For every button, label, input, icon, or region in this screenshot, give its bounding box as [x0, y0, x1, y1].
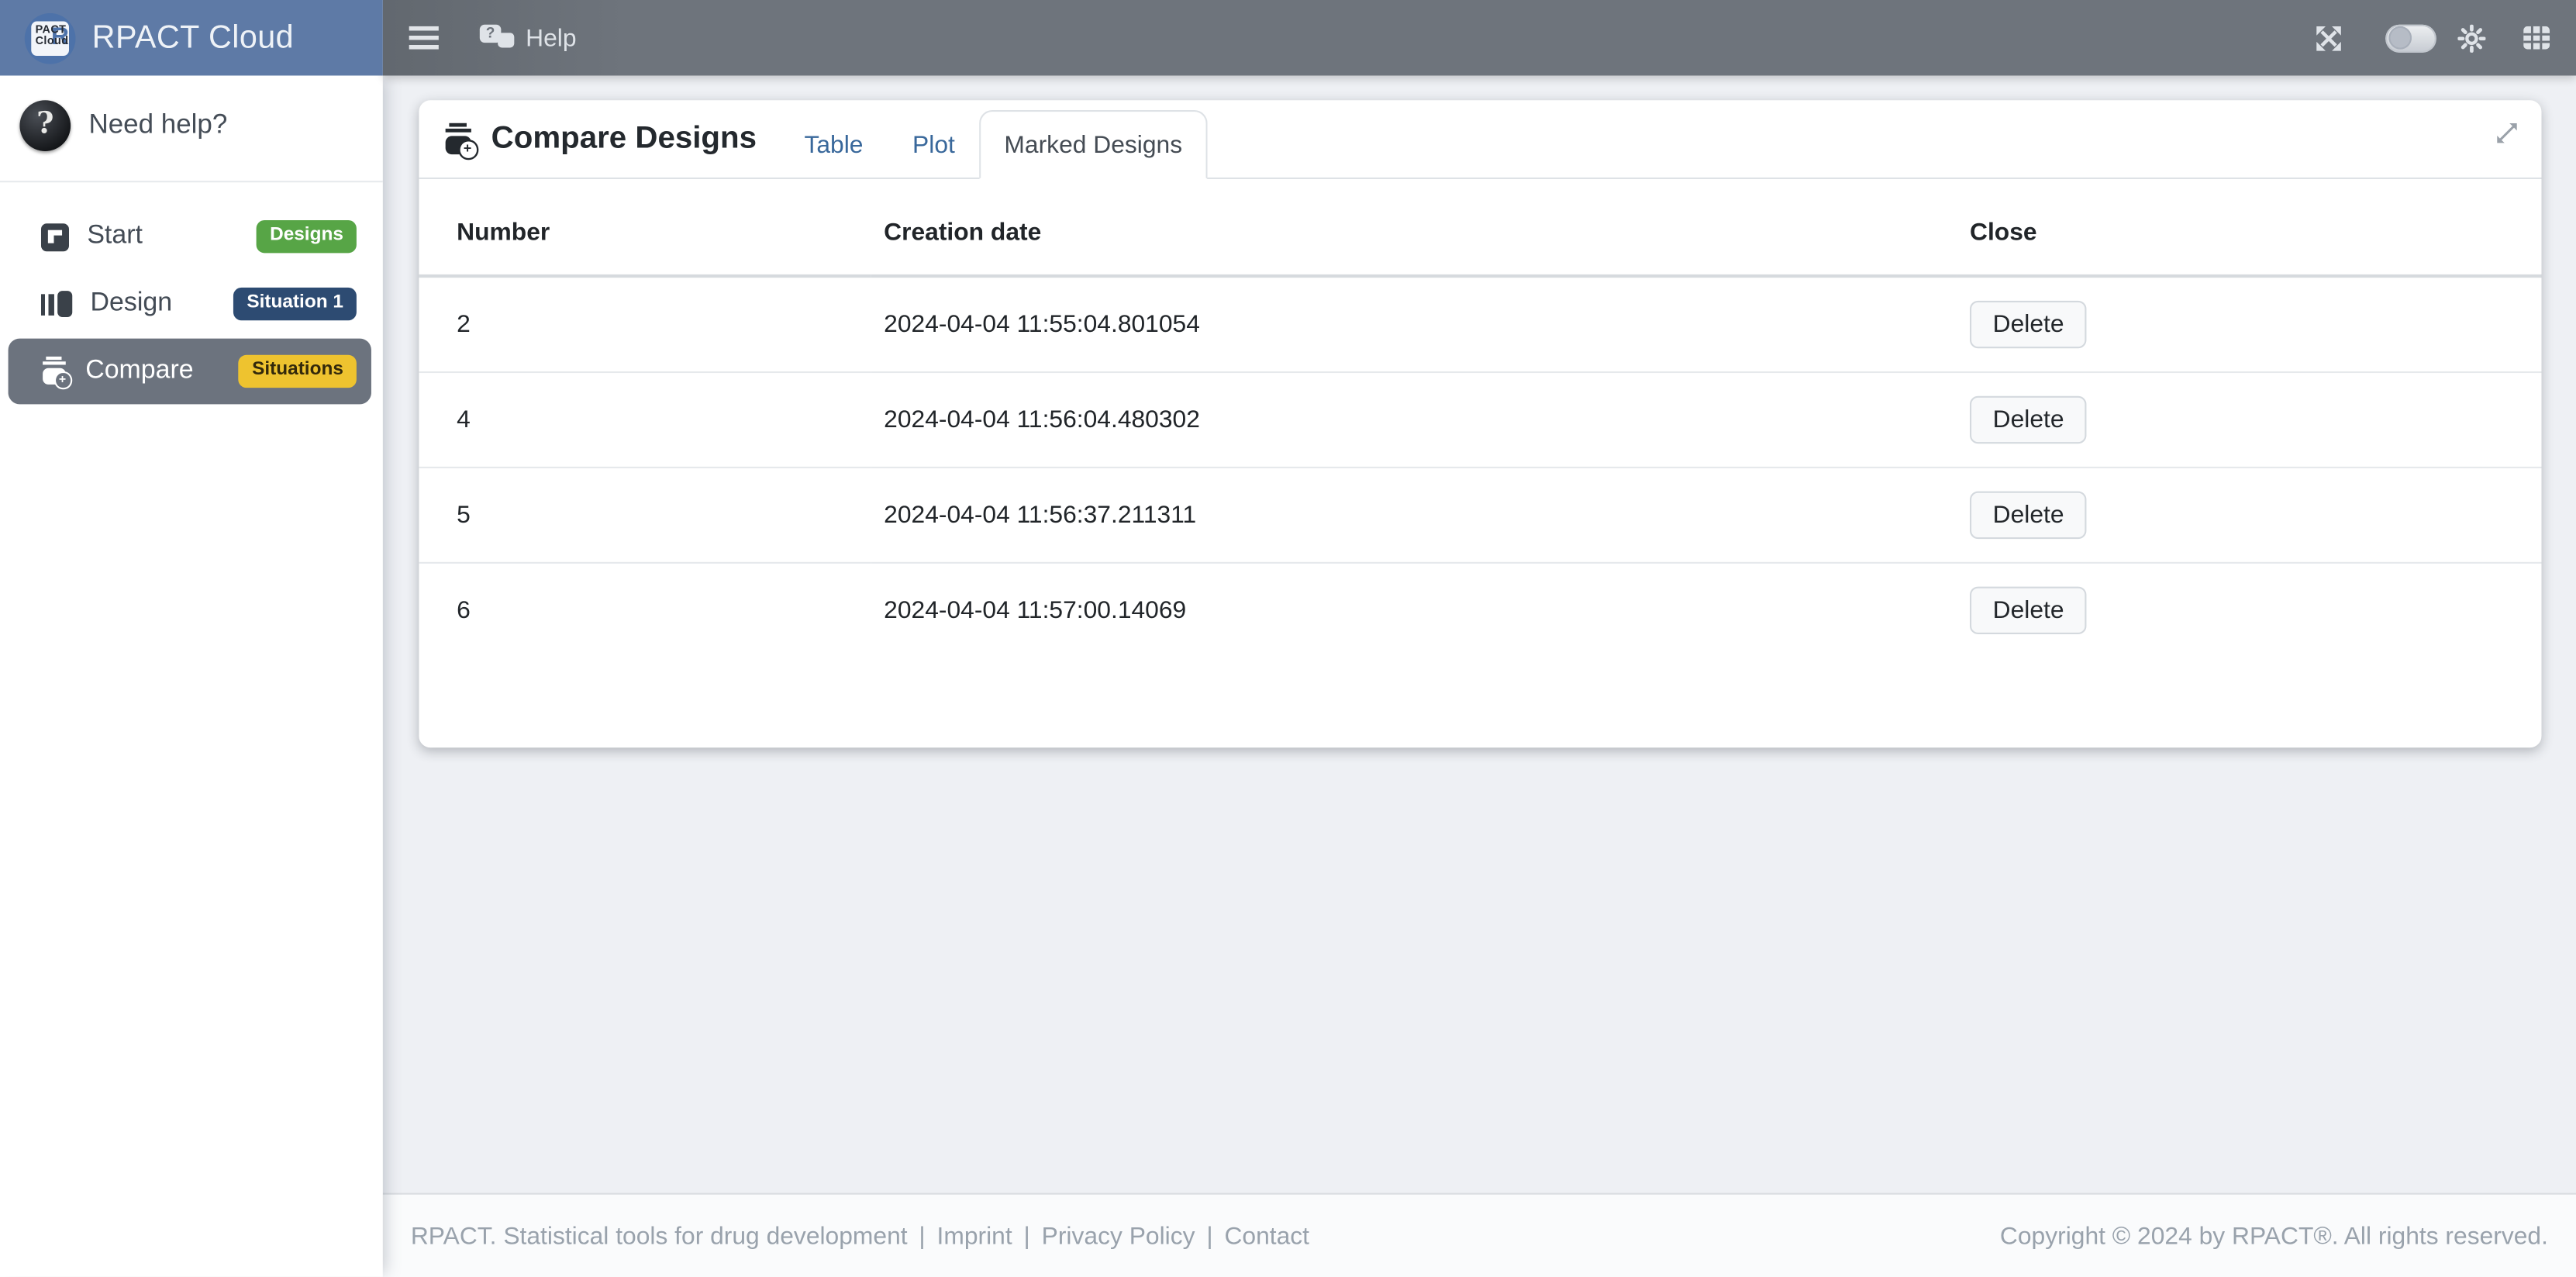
sidebar-menu: Start Designs Design Situation 1 Compare… — [0, 204, 383, 405]
sidebar-item-compare[interactable]: Compare Situations — [9, 339, 371, 405]
question-mark-circle-icon — [19, 100, 71, 151]
close-cell: Delete — [1957, 372, 2541, 468]
creation-date-cell: 2024-04-04 11:57:00.14069 — [871, 563, 1957, 657]
table-header-row: Number Creation date Close — [419, 179, 2541, 276]
number-cell: 4 — [419, 372, 871, 468]
brand-title: RPACT Cloud — [92, 19, 294, 57]
creation-date-cell: 2024-04-04 11:56:04.480302 — [871, 372, 1957, 468]
situation-badge: Situation 1 — [233, 288, 356, 321]
help-label: Help — [526, 24, 576, 52]
flipboard-icon — [41, 223, 69, 250]
situations-badge: Situations — [239, 355, 357, 388]
panels-icon — [41, 290, 72, 318]
logo-line-2: Cloud — [36, 36, 69, 49]
footer-brand-link[interactable]: RPACT. Statistical tools for drug develo… — [411, 1222, 908, 1250]
footer-link-privacy-policy[interactable]: Privacy Policy — [1042, 1222, 1195, 1250]
marked-designs-table: Number Creation date Close 2 2024-04-04 … — [419, 179, 2541, 657]
close-cell: Delete — [1957, 276, 2541, 372]
card-tabs: Table Plot Marked Designs — [780, 110, 1207, 179]
logo-line-1: PACT — [36, 24, 69, 36]
sidebar-item-label: Design — [91, 289, 173, 319]
help-link[interactable]: Help — [480, 24, 577, 52]
logo-box: R PACT Cloud — [31, 20, 69, 55]
card-title-label: Compare Designs — [491, 121, 757, 157]
hamburger-menu-icon[interactable] — [409, 26, 439, 50]
number-cell: 2 — [419, 276, 871, 372]
footer-link-contact[interactable]: Contact — [1224, 1222, 1309, 1250]
close-cell: Delete — [1957, 563, 2541, 657]
sidebar: Need help? Start Designs Design Situatio… — [0, 75, 383, 1276]
sidebar-item-design[interactable]: Design Situation 1 — [9, 271, 371, 337]
column-header-number: Number — [419, 179, 871, 276]
delete-button[interactable]: Delete — [1970, 492, 2087, 539]
table-row: 2 2024-04-04 11:55:04.801054 Delete — [419, 276, 2541, 372]
close-cell: Delete — [1957, 468, 2541, 563]
diagonal-expand-icon[interactable] — [2495, 122, 2519, 145]
number-cell: 6 — [419, 563, 871, 657]
footer-separator: | — [919, 1222, 925, 1250]
delete-button[interactable]: Delete — [1970, 396, 2087, 443]
footer: RPACT. Statistical tools for drug develo… — [383, 1193, 2576, 1277]
card-header: Compare Designs Table Plot Marked Design… — [419, 100, 2541, 179]
footer-link-imprint[interactable]: Imprint — [937, 1222, 1012, 1250]
table-cells-icon[interactable] — [2523, 26, 2550, 50]
creation-date-cell: 2024-04-04 11:56:37.211311 — [871, 468, 1957, 563]
sun-icon[interactable] — [2457, 24, 2485, 52]
chat-question-icon — [480, 25, 515, 51]
column-header-close: Close — [1957, 179, 2541, 276]
number-cell: 5 — [419, 468, 871, 563]
creation-date-cell: 2024-04-04 11:55:04.801054 — [871, 276, 1957, 372]
rpact-cloud-logo-icon: R PACT Cloud — [25, 12, 76, 64]
footer-links: RPACT. Statistical tools for drug develo… — [411, 1222, 1309, 1250]
sidebar-item-label: Start — [87, 222, 143, 251]
tab-plot[interactable]: Plot — [888, 110, 979, 179]
main-content: Compare Designs Table Plot Marked Design… — [383, 75, 2576, 1276]
need-help-link[interactable]: Need help? — [0, 75, 383, 181]
sidebar-item-label: Compare — [85, 357, 193, 386]
table-row: 6 2024-04-04 11:57:00.14069 Delete — [419, 563, 2541, 657]
topbar: Help — [383, 0, 2576, 75]
expand-arrows-icon[interactable] — [2315, 24, 2343, 52]
app-window: R PACT Cloud RPACT Cloud Help — [0, 0, 2576, 1277]
need-help-label: Need help? — [88, 110, 227, 141]
designs-badge: Designs — [257, 220, 357, 254]
theme-toggle-switch[interactable] — [2385, 24, 2436, 52]
footer-separator: | — [1024, 1222, 1030, 1250]
table-row: 5 2024-04-04 11:56:37.211311 Delete — [419, 468, 2541, 563]
column-header-creation-date: Creation date — [871, 179, 1957, 276]
delete-button[interactable]: Delete — [1970, 587, 2087, 634]
tab-marked-designs[interactable]: Marked Designs — [980, 110, 1207, 179]
delete-button[interactable]: Delete — [1970, 301, 2087, 348]
copyright-text: Copyright © 2024 by RPACT®. All rights r… — [2000, 1222, 2548, 1250]
box-add-icon — [41, 357, 67, 386]
table-row: 4 2024-04-04 11:56:04.480302 Delete — [419, 372, 2541, 468]
sidebar-divider — [0, 181, 383, 182]
topbar-actions — [2315, 24, 2550, 52]
brand-header: R PACT Cloud RPACT Cloud — [0, 0, 383, 75]
sidebar-item-start[interactable]: Start Designs — [9, 204, 371, 270]
box-add-icon — [443, 123, 473, 156]
compare-designs-card: Compare Designs Table Plot Marked Design… — [419, 100, 2541, 747]
footer-separator: | — [1206, 1222, 1212, 1250]
card-title: Compare Designs — [445, 100, 757, 178]
tab-table[interactable]: Table — [780, 110, 888, 179]
